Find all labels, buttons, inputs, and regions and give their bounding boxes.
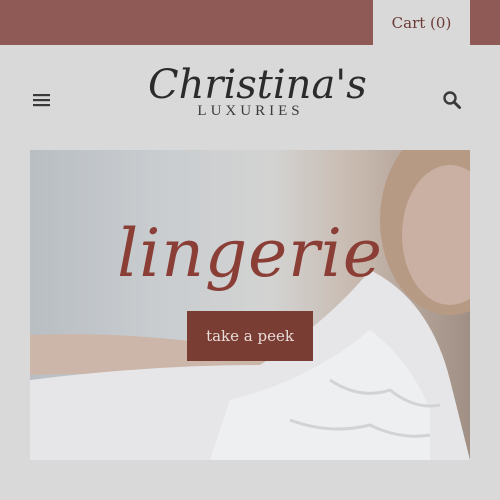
hamburger-menu-icon [33, 94, 50, 107]
hero-banner[interactable]: lingerie take a peek [30, 150, 470, 460]
site-logo[interactable]: Christina's LUXURIES [148, 62, 367, 133]
logo-script-text: Christina's [148, 62, 367, 108]
menu-button[interactable] [31, 90, 53, 110]
search-button[interactable] [441, 89, 463, 111]
search-icon [443, 91, 461, 109]
site-header: Christina's LUXURIES [0, 45, 500, 150]
hero-title: lingerie [117, 215, 383, 292]
take-a-peek-button[interactable]: take a peek [187, 311, 313, 361]
hero-photo [30, 150, 470, 460]
cart-link[interactable]: Cart (0) [373, 0, 470, 45]
page: Cart (0) Christina's LUXURIES lingerie t… [0, 0, 500, 500]
